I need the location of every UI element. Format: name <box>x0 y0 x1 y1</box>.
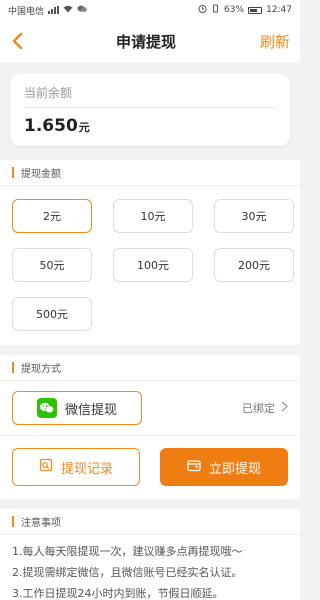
battery-icon <box>248 6 263 14</box>
section-accent-bar <box>12 167 14 178</box>
signal-icon <box>48 6 60 14</box>
amount-option-50[interactable]: 50元 <box>12 248 92 282</box>
withdraw-record-label: 提现记录 <box>60 461 113 477</box>
status-bar: 中国电信 63% 12:47 <box>0 0 300 20</box>
wechat-withdraw-button[interactable]: 微信提现 <box>12 391 142 425</box>
amount-option-200[interactable]: 200元 <box>214 248 294 282</box>
amount-grid: 2元 10元 30元 50元 100元 200元 500元 <box>0 186 300 345</box>
balance-area: 当前余额 1.650元 <box>0 62 300 160</box>
note-item: 3.工作日提现24小时内到账，节假日顺延。 <box>12 587 224 600</box>
note-item: 1.每人每天限提现一次，建议赚多点再提现哦～ <box>12 545 243 558</box>
amount-option-30[interactable]: 30元 <box>214 199 294 233</box>
amount-section-title: 提现金额 <box>21 169 61 180</box>
wechat-icon <box>36 398 57 418</box>
withdraw-record-button[interactable]: 提现记录 <box>12 448 140 486</box>
chat-notification-icon <box>77 5 87 16</box>
carrier-label: 中国电信 <box>8 6 45 17</box>
section-accent-bar <box>12 362 14 373</box>
balance-unit: 元 <box>78 121 90 134</box>
balance-value: 1.650元 <box>24 108 276 136</box>
method-section-title: 提现方式 <box>21 364 61 375</box>
bound-status[interactable]: 已绑定 <box>242 400 288 416</box>
notes-section: 注意事项 1.每人每天限提现一次，建议赚多点再提现哦～ 2.提现需绑定微信，且微… <box>0 509 300 600</box>
balance-amount: 1.650 <box>24 116 78 136</box>
action-bar: 提现记录 立即提现 <box>0 435 300 499</box>
balance-card: 当前余额 1.650元 <box>10 74 290 146</box>
amount-option-10[interactable]: 10元 <box>113 199 193 233</box>
wallet-icon <box>187 459 201 476</box>
method-row: 微信提现 已绑定 <box>0 381 300 435</box>
balance-label: 当前余额 <box>24 84 276 108</box>
battery-percent: 63% <box>224 5 245 15</box>
amount-option-500[interactable]: 500元 <box>12 297 92 331</box>
notes-section-title: 注意事项 <box>21 518 61 529</box>
section-divider <box>0 345 300 355</box>
section-divider <box>0 499 300 509</box>
amount-option-2[interactable]: 2元 <box>12 199 92 233</box>
refresh-button[interactable]: 刷新 <box>260 31 290 52</box>
wechat-withdraw-label: 微信提现 <box>64 402 117 418</box>
method-section: 提现方式 微信提现 已绑定 <box>0 355 300 435</box>
amount-section: 提现金额 2元 10元 30元 50元 100元 200元 500元 <box>0 160 300 345</box>
clock: 12:47 <box>266 5 292 15</box>
amount-section-header: 提现金额 <box>0 160 300 186</box>
alarm-icon <box>198 4 207 16</box>
record-icon <box>39 458 53 476</box>
notes-section-header: 注意事项 <box>0 509 300 535</box>
nav-bar: 申请提现 刷新 <box>0 20 300 62</box>
vibrate-icon <box>211 4 220 16</box>
back-arrow-icon[interactable] <box>10 30 32 52</box>
page-title: 申请提现 <box>115 32 176 51</box>
chevron-right-icon <box>281 401 288 415</box>
note-item: 2.提现需绑定微信，且微信账号已经实名认证。 <box>12 566 243 579</box>
withdraw-now-label: 立即提现 <box>208 461 261 477</box>
section-accent-bar <box>12 516 14 527</box>
bound-status-label: 已绑定 <box>242 402 275 415</box>
notes-list: 1.每人每天限提现一次，建议赚多点再提现哦～ 2.提现需绑定微信，且微信账号已经… <box>0 535 300 600</box>
wifi-icon <box>63 5 73 16</box>
method-section-header: 提现方式 <box>0 355 300 381</box>
amount-option-100[interactable]: 100元 <box>113 248 193 282</box>
withdraw-now-button[interactable]: 立即提现 <box>160 448 288 486</box>
